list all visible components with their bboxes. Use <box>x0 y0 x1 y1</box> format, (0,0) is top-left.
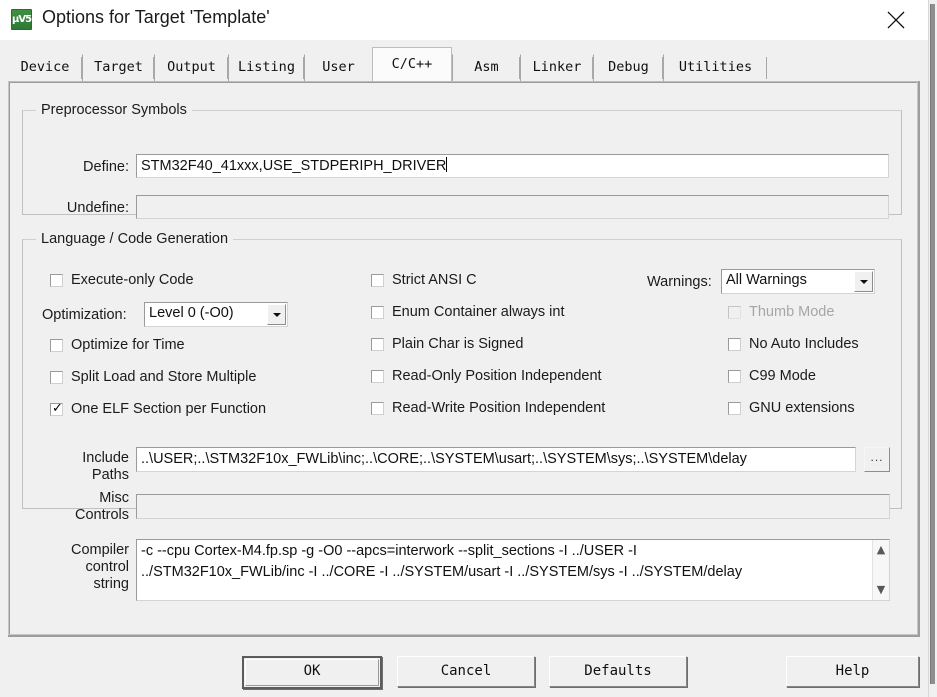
checkbox-label: Strict ANSI C <box>392 272 477 288</box>
ellipsis-icon: ... <box>870 450 884 464</box>
tab-label: Target <box>94 59 143 75</box>
include-paths-browse-button[interactable]: ... <box>864 447 890 472</box>
compiler-control-label-line2: control <box>85 559 129 575</box>
checkbox-box <box>50 339 63 352</box>
checkbox-label: Read-Write Position Independent <box>392 400 606 416</box>
checkbox-box <box>728 370 741 383</box>
undefine-label: Undefine: <box>66 200 129 216</box>
checkbox-box <box>371 402 384 415</box>
misc-controls-label-line2: Controls <box>75 507 129 523</box>
checkbox-box <box>728 402 741 415</box>
optimization-value: Level 0 (-O0) <box>149 305 234 321</box>
tab-debug[interactable]: Debug <box>593 54 663 81</box>
window-right-edge <box>928 0 937 697</box>
tab-asm[interactable]: Asm <box>452 54 520 81</box>
chevron-down-icon[interactable] <box>854 271 873 292</box>
tab-strip: Device Target Output Listing User C/C++ … <box>0 40 928 82</box>
tab-device[interactable]: Device <box>8 54 82 81</box>
help-button[interactable]: Help <box>786 656 919 687</box>
misc-controls-input[interactable] <box>136 494 890 519</box>
include-paths-label-line2: Paths <box>91 467 129 483</box>
misc-controls-label-line1: Misc <box>99 490 129 506</box>
check-icon: ✓ <box>52 401 63 416</box>
checkbox-box <box>50 274 63 287</box>
include-paths-label-line1: Include <box>82 450 129 466</box>
tab-label: Output <box>167 59 216 75</box>
close-button[interactable] <box>873 0 919 40</box>
window-title: Options for Target 'Template' <box>42 7 270 27</box>
compiler-control-string-textarea[interactable]: -c --cpu Cortex-M4.fp.sp -g -O0 --apcs=i… <box>136 539 890 601</box>
compiler-control-label-line1: Compiler <box>70 542 129 558</box>
tab-output[interactable]: Output <box>154 54 228 81</box>
tab-listing[interactable]: Listing <box>228 54 304 81</box>
checkbox-label: Plain Char is Signed <box>392 336 524 352</box>
checkbox-box <box>371 370 384 383</box>
checkbox-label: One ELF Section per Function <box>71 401 267 417</box>
tab-label: Utilities <box>678 59 753 75</box>
chevron-down-icon[interactable] <box>267 304 286 325</box>
checkbox-box <box>371 338 384 351</box>
chevron-up-icon[interactable]: ▲ <box>873 542 889 558</box>
checkbox-label: No Auto Includes <box>749 336 859 352</box>
checkbox-label: C99 Mode <box>749 368 816 384</box>
checkbox-label: Split Load and Store Multiple <box>71 369 257 385</box>
defaults-button-label: Defaults <box>584 663 652 679</box>
checkbox-label: GNU extensions <box>749 400 855 416</box>
checkbox-box <box>371 274 384 287</box>
preprocessor-symbols-title: Preprocessor Symbols <box>36 102 192 118</box>
defaults-button[interactable]: Defaults <box>549 656 687 687</box>
compiler-control-label-line3: string <box>93 576 129 592</box>
tab-label: User <box>322 59 355 75</box>
checkbox-box: ✓ <box>50 401 63 416</box>
tab-panel-c-cpp: Preprocessor Symbols Define: STM32F40_41… <box>8 81 918 635</box>
tab-label: C/C++ <box>391 56 433 72</box>
define-label: Define: <box>83 159 129 175</box>
checkbox-label: Enum Container always int <box>392 304 565 320</box>
chevron-down-icon[interactable]: ▼ <box>873 582 889 598</box>
checkbox-label: Read-Only Position Independent <box>392 368 602 384</box>
tab-c-cpp[interactable]: C/C++ <box>372 47 452 81</box>
cancel-button-label: Cancel <box>440 663 492 679</box>
text-caret <box>446 157 448 172</box>
include-paths-input[interactable]: ..\USER;..\STM32F10x_FWLib\inc;..\CORE;.… <box>136 447 856 472</box>
tab-label: Listing <box>238 59 295 75</box>
checkbox-box <box>371 306 384 319</box>
warnings-value: All Warnings <box>726 272 807 288</box>
checkbox-label: Thumb Mode <box>749 304 835 320</box>
optimization-label: Optimization: <box>42 307 127 323</box>
tab-label: Device <box>20 59 70 75</box>
uvision-logo-icon: µV5 <box>11 9 32 30</box>
checkbox-box <box>50 371 63 384</box>
checkbox-box <box>728 306 741 319</box>
checkbox-label: Optimize for Time <box>71 337 185 353</box>
undefine-input[interactable] <box>136 195 889 219</box>
include-paths-value: ..\USER;..\STM32F10x_FWLib\inc;..\CORE;.… <box>141 451 747 467</box>
compiler-control-line-2: ../STM32F10x_FWLib/inc -I ../CORE -I ../… <box>141 564 743 580</box>
optimization-select[interactable]: Level 0 (-O0) <box>144 302 288 327</box>
compiler-control-scrollbar[interactable]: ▲ ▼ <box>872 540 889 600</box>
tab-user[interactable]: User <box>304 54 372 81</box>
checkbox-label: Execute-only Code <box>71 272 194 288</box>
define-input[interactable]: STM32F40_41xxx,USE_STDPERIPH_DRIVER <box>136 154 889 178</box>
language-code-generation-title: Language / Code Generation <box>36 231 234 247</box>
help-button-label: Help <box>835 663 870 679</box>
ok-button[interactable]: OK <box>242 656 382 689</box>
compiler-control-line-1: -c --cpu Cortex-M4.fp.sp -g -O0 --apcs=i… <box>141 543 637 559</box>
define-value: STM32F40_41xxx,USE_STDPERIPH_DRIVER <box>141 158 447 174</box>
tab-utilities[interactable]: Utilities <box>663 54 767 81</box>
ok-button-label: OK <box>303 663 321 679</box>
tab-label: Asm <box>474 59 499 75</box>
cancel-button[interactable]: Cancel <box>397 656 535 687</box>
title-bar: µV5 Options for Target 'Template' <box>0 0 928 40</box>
options-dialog: µV5 Options for Target 'Template' Device… <box>0 0 937 697</box>
warnings-label: Warnings: <box>647 274 712 290</box>
warnings-select[interactable]: All Warnings <box>721 269 875 294</box>
close-icon <box>887 11 905 29</box>
tab-label: Debug <box>608 59 649 75</box>
tab-label: Linker <box>532 59 582 75</box>
tab-target[interactable]: Target <box>82 54 154 81</box>
checkbox-box <box>728 338 741 351</box>
tab-linker[interactable]: Linker <box>520 54 593 81</box>
